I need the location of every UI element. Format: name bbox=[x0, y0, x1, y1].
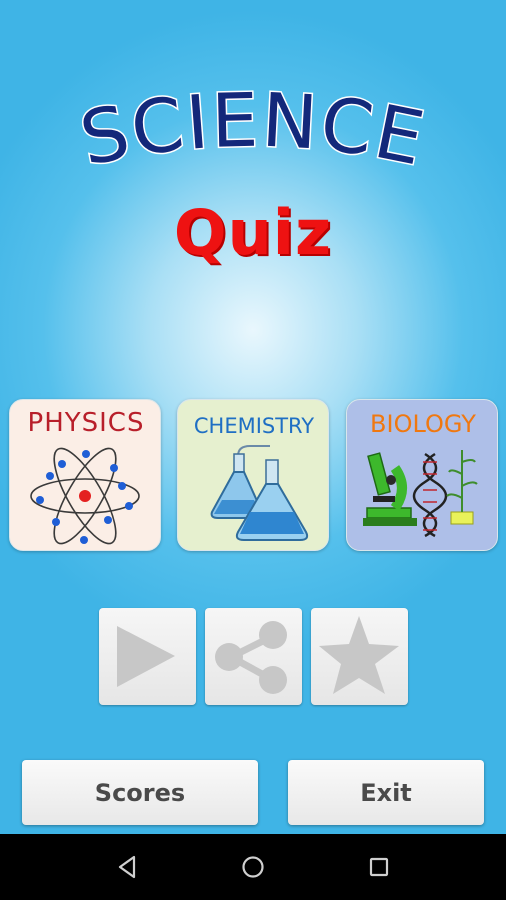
play-icon bbox=[117, 626, 175, 687]
physics-label: PHYSICS bbox=[27, 408, 145, 438]
rate-button[interactable] bbox=[311, 608, 408, 705]
scores-button[interactable]: Scores bbox=[22, 760, 258, 825]
play-button[interactable] bbox=[99, 608, 196, 705]
biology-label: BIOLOGY bbox=[370, 410, 476, 438]
biology-button[interactable]: BIOLOGY bbox=[346, 399, 498, 551]
star-icon bbox=[319, 616, 399, 694]
navigation-bar bbox=[0, 834, 506, 900]
plant-icon bbox=[446, 450, 478, 525]
atom-icon bbox=[30, 447, 140, 545]
chemistry-button[interactable]: CHEMISTRY bbox=[177, 399, 329, 551]
share-icon bbox=[215, 621, 287, 694]
title-main-text: SCIENCE bbox=[72, 90, 432, 184]
microscope-icon bbox=[363, 452, 417, 526]
home-icon[interactable] bbox=[238, 834, 268, 900]
app-title: SCIENCE bbox=[72, 90, 432, 184]
app-screen: SCIENCE Quiz PHYSICS CHEMISTRY BIOLOGY S… bbox=[0, 0, 506, 834]
microscope-dna-plant-icon bbox=[363, 450, 478, 538]
share-button[interactable] bbox=[205, 608, 302, 705]
svg-text:SCIENCE: SCIENCE bbox=[73, 90, 432, 183]
chemistry-label: CHEMISTRY bbox=[193, 414, 315, 438]
dna-icon bbox=[412, 452, 448, 538]
title-sub-text: Quiz bbox=[173, 196, 333, 269]
exit-button[interactable]: Exit bbox=[288, 760, 484, 825]
physics-button[interactable]: PHYSICS bbox=[9, 399, 161, 551]
back-icon[interactable] bbox=[112, 834, 142, 900]
recents-icon[interactable] bbox=[364, 834, 394, 900]
flask-icon bbox=[210, 445, 309, 541]
